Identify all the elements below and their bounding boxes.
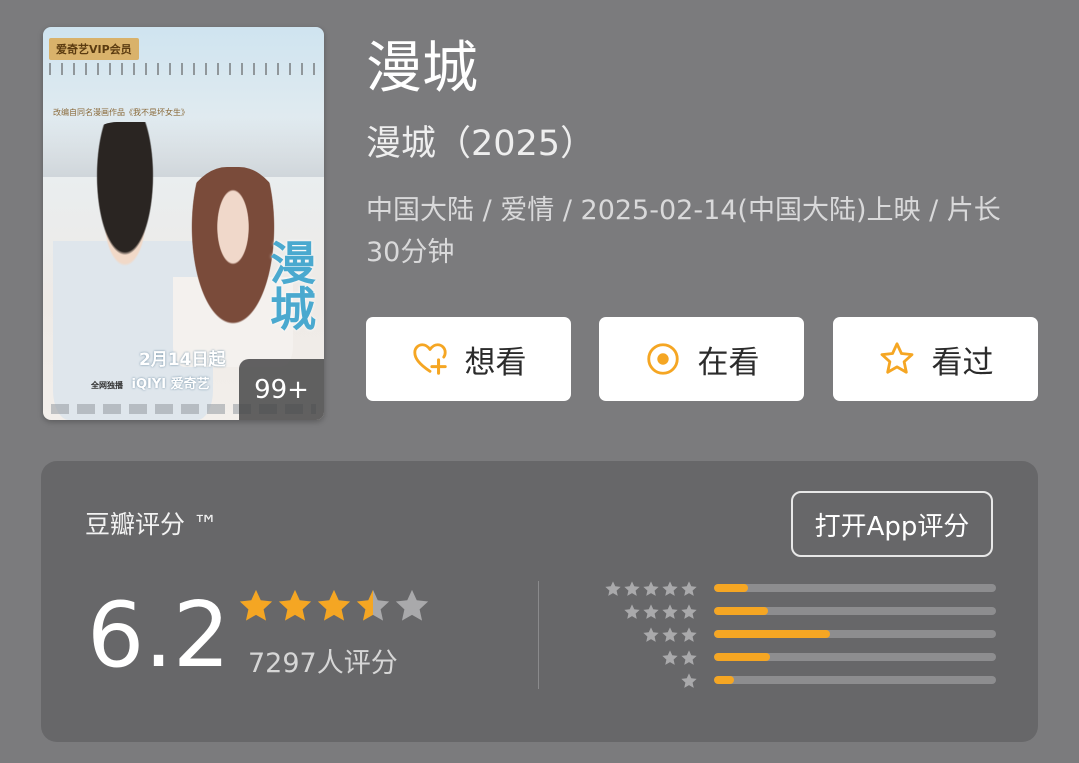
- star-icon: [643, 603, 659, 619]
- poster-platform-tag: 全网独播: [91, 381, 123, 390]
- poster-binding-rings: [49, 63, 318, 75]
- rating-divider: [538, 581, 539, 689]
- rating-stars: [237, 587, 432, 625]
- photo-count-badge[interactable]: 99+: [239, 359, 324, 420]
- vip-tag: 爱奇艺VIP会员: [49, 38, 139, 60]
- distribution-bar-fill: [714, 584, 748, 592]
- star-icon: [643, 580, 659, 596]
- movie-poster[interactable]: 爱奇艺VIP会员 改编自同名漫画作品《我不是坏女生》 漫城 2月14日起 全网独…: [43, 27, 324, 420]
- distribution-bar-fill: [714, 653, 771, 661]
- star-icon: [624, 603, 640, 619]
- star-icon: [605, 580, 621, 596]
- star-icon: [662, 649, 678, 665]
- distribution-star-label: [660, 646, 698, 669]
- movie-original-title: 漫城（2025）: [366, 124, 596, 164]
- distribution-bar-track: [714, 584, 996, 592]
- distribution-bar-fill: [714, 676, 734, 684]
- distribution-star-label: [641, 623, 698, 646]
- distribution-star-label: [603, 577, 698, 600]
- distribution-bar-fill: [714, 607, 768, 615]
- star-empty-icon: [395, 589, 429, 621]
- star-outline-icon: [878, 340, 916, 378]
- watching-label: 在看: [697, 344, 760, 381]
- star-icon: [681, 603, 697, 619]
- poster-platform: 全网独播 iQIYI 爱奇艺: [91, 373, 210, 392]
- star-full-icon: [239, 589, 273, 621]
- star-icon: [624, 580, 640, 596]
- rating-distribution: [602, 577, 1002, 692]
- star-icon: [662, 603, 678, 619]
- distribution-bar-track: [714, 676, 996, 684]
- movie-title: 漫城: [366, 36, 478, 101]
- distribution-bar-track: [714, 653, 996, 661]
- distribution-bar-track: [714, 607, 996, 615]
- star-icon: [681, 580, 697, 596]
- rating-header: 豆瓣评分 ™: [85, 510, 218, 539]
- star-icon: [643, 626, 659, 642]
- star-half-icon: [356, 589, 390, 621]
- want-to-watch-label: 想看: [464, 344, 527, 381]
- star-icon: [662, 580, 678, 596]
- star-icon: [681, 672, 697, 688]
- poster-title-art: 漫城: [263, 239, 317, 331]
- target-circle-icon: [644, 340, 682, 378]
- watching-button[interactable]: 在看: [599, 317, 804, 401]
- distribution-row-4-star: [602, 600, 1002, 623]
- distribution-row-3-star: [602, 623, 1002, 646]
- watched-button[interactable]: 看过: [833, 317, 1038, 401]
- star-icon: [681, 626, 697, 642]
- star-icon: [681, 649, 697, 665]
- rating-count[interactable]: 7297人评分: [248, 641, 398, 680]
- want-to-watch-button[interactable]: 想看: [366, 317, 571, 401]
- poster-platform-name: iQIYI 爱奇艺: [131, 377, 210, 392]
- heart-plus-icon: [411, 340, 449, 378]
- star-icon: [662, 626, 678, 642]
- star-full-icon: [278, 589, 312, 621]
- open-app-rate-button[interactable]: 打开App评分: [791, 491, 993, 557]
- star-full-icon: [317, 589, 351, 621]
- distribution-row-1-star: [602, 669, 1002, 692]
- distribution-row-5-star: [602, 577, 1002, 600]
- watched-label: 看过: [931, 344, 994, 381]
- distribution-star-label: [622, 600, 698, 623]
- distribution-star-label: [679, 669, 698, 692]
- rating-score: 6.2: [87, 583, 231, 688]
- distribution-bar-track: [714, 630, 996, 638]
- rating-card: 豆瓣评分 ™ 打开App评分 6.2 7297人评分: [41, 461, 1038, 742]
- poster-release-date: 2月14日起: [139, 350, 226, 370]
- distribution-row-2-star: [602, 646, 1002, 669]
- distribution-bar-fill: [714, 630, 830, 638]
- movie-meta: 中国大陆 / 爱情 / 2025-02-14(中国大陆)上映 / 片长30分钟: [366, 195, 1001, 268]
